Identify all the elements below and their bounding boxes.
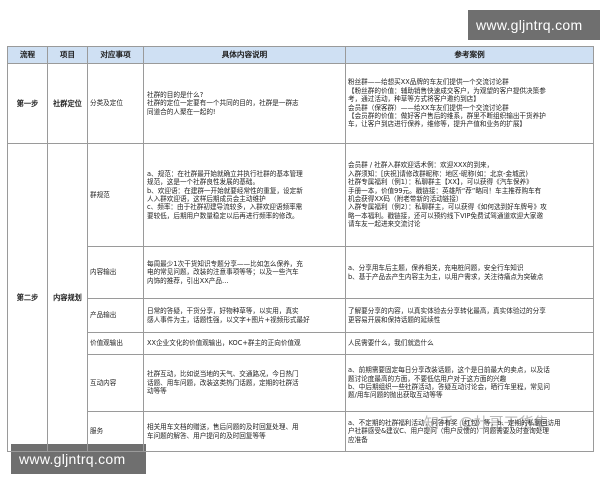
cell-text-line: 话题、用车问题，改装这类热门话题，定期的社群活 (147, 378, 299, 387)
cell-text-line: 同道合的人聚在一起的! (147, 107, 216, 116)
cell-text-line: 【粉丝群的价值：辅助销售快速成交客户，为观望的客户提供决策参 (348, 86, 546, 95)
case-cell: a、分享用车后主题，保养相关，充电桩问题，安全行车知识 b、基于产品去产生内容主为… (345, 246, 594, 299)
desc-cell: 社群互动，比如说当地的天气、交通路况，今日热门 话题、用车问题，改装这类热门话题，… (143, 354, 346, 412)
cell-text-line: 更容易开展和保持话题的延续性 (348, 315, 441, 324)
cell-text-line: a、分享用车后主题，保养相关，充电桩问题，安全行车知识 (348, 264, 524, 273)
matter-cell: 服务 (87, 411, 144, 452)
cell-text-line: b、欢迎语：在建群一开始就要经常性的重复，设定新 (147, 186, 303, 195)
cell-text-line: 户社群感受&建议C、用户提问（用户反馈的）问题需要及时查询处理 (348, 427, 549, 436)
cell-text-line: 规范，这是一个社群良性发展的基础。 (147, 178, 260, 187)
table-row: 产品输出 日常的答疑，干货分享，好物种草等，以实用，真实 感人事件为主，话题性强，… (8, 298, 594, 333)
table-row: 价值观输出 XX企业文化的价值观输出，KOC+群主的正向价值观 人民需要什么，我… (8, 332, 594, 355)
cell-text-line: 车问题的解答、用户提问的及时回复等等 (147, 431, 266, 440)
header-matter: 对应事项 (87, 46, 144, 64)
table-header-row: 流程 项目 对应事项 具体内容说明 参考案例 (7, 46, 594, 64)
matter-cell: 产品输出 (87, 298, 144, 333)
cell-text-line: 了解要分享的内容，以真实体验去分享转化最高，真实体验过的分享 (348, 307, 546, 316)
cell-text-line: 要较低，后期用户数量稳定以后再进行频率的修改。 (147, 211, 299, 220)
cell-text-line: 粉丝群——给想买XX品牌的车友们提供一个交流讨论群 (348, 78, 509, 87)
cell-text-line: 会员群 / 社群入群欢迎话术例：欢迎XXX的到来， (348, 161, 494, 170)
desc-cell: a、规范：在社群最开始就确立并执行社群的基本管理 规范，这是一个社群良性发展的基础… (143, 143, 346, 247)
cell-text-line: 社群专属福利（例1）：私聊群主【XX】，可以获得《汽车保养》 (348, 178, 533, 187)
cell-text-line: c、频率：由于社群初建导流较多，入群欢迎语频率需 (147, 203, 303, 212)
case-cell: 人民需要什么，我们就造什么 (345, 332, 594, 355)
cell-text-line: XX企业文化的价值观输出，KOC+群主的正向价值观 (147, 339, 301, 348)
cell-text-line: 人民需要什么，我们就造什么 (348, 339, 434, 348)
matter-cell: 分类及定位 (87, 63, 144, 144)
desc-cell: 每周最少1次干货知识专题分享——比如怎么保养，充 电的常见问题，改装的注意事项等等… (143, 246, 346, 299)
cell-text-line: a、规范：在社群最开始就确立并执行社群的基本管理 (147, 169, 303, 178)
case-cell: 粉丝群——给想买XX品牌的车友们提供一个交流讨论群 【粉丝群的价值：辅助销售快速成… (345, 63, 594, 144)
community-plan-table: 流程 项目 对应事项 具体内容说明 参考案例 第一步 社群定位 分类及定位 社群… (7, 46, 594, 452)
cell-text-line: 相关用车文档的赠送，售后问题的及时回复处理、用 (147, 423, 299, 432)
desc-cell: 日常的答疑，干货分享，好物种草等，以实用，真实 感人事件为主，话题性强，以文字+图… (143, 298, 346, 333)
cell-text-line: 入群须知：[庆祝]请修改群昵称：地区-昵称(如：北京-金城武) (348, 169, 528, 178)
cell-text-line: 日常的答疑，干货分享，好物种草等，以实用，真实 (147, 307, 299, 316)
watermark-top: www.gljntrq.com (468, 10, 600, 40)
matter-cell: 群规范 (87, 143, 144, 247)
header-stage: 流程 (7, 46, 48, 64)
table-row: 内容输出 每周最少1次干货知识专题分享——比如怎么保养，充 电的常见问题，改装的注… (8, 246, 594, 299)
matter-cell: 价值观输出 (87, 332, 144, 355)
table-row: 互动内容 社群互动，比如说当地的天气、交通路况，今日热门 话题、用车问题，改装这类… (8, 354, 594, 412)
cell-text-line: 动等等 (147, 387, 167, 396)
cell-text-line: b、基于产品去产生内容主为主，以用户需求，关注待痛点为突破点 (348, 272, 544, 281)
cell-text-line: 题讨论度最高的方面，不要低估用户对于这方面的兴趣 (348, 374, 507, 383)
header-desc: 具体内容说明 (143, 46, 346, 64)
cell-text-line: 电的常见问题，改装的注意事项等等；以及一些汽车 (147, 268, 299, 277)
cell-text-line: 社群互动，比如说当地的天气、交通路况，今日热门 (147, 370, 299, 379)
cell-text-line: 入群专属福利（例2）：私聊群主，可以获得《如何选到好车牌号》攻 (348, 203, 547, 212)
case-cell: a、前期需要固定每日分享改装话题，这个是日前最大的卖点，以及话 题讨论度最高的方面… (345, 354, 594, 412)
cell-text-line: 应准备 (348, 435, 368, 444)
desc-cell: 社群的目的是什么? 社群的定位一定要有一个共同的目的，社群是一群志 同道合的人聚在一… (143, 63, 346, 144)
header-item: 项目 (47, 46, 88, 64)
cell-text-line: 请车友一起进来交流讨论 (348, 220, 421, 229)
cell-text-line: 题/用车问题的抛出获取互动等等 (348, 391, 443, 400)
table-row: 服务 相关用车文档的赠送，售后问题的及时回复处理、用 车问题的解答、用户提问的及时… (8, 411, 594, 452)
cell-text-line: 车，让客户到店进行保养，维修等，提升产值和业务的扩展】 (348, 120, 527, 129)
case-cell: 会员群 / 社群入群欢迎话术例：欢迎XXX的到来， 入群须知：[庆祝]请修改群昵称… (345, 143, 594, 247)
table-row: 第一步 社群定位 分类及定位 社群的目的是什么? 社群的定位一定要有一个共同的目的… (7, 63, 594, 144)
cell-text-line: 感人事件为主，话题性强，以文字+图片+视频形式最好 (147, 315, 310, 324)
cell-text-line: 手册一本，价值99元。戳链接：英雄所“荐”略同！车主推荐购车有 (348, 186, 542, 195)
stage-cell: 第二步 (7, 143, 48, 452)
desc-cell: 相关用车文档的赠送，售后问题的及时回复处理、用 车问题的解答、用户提问的及时回复等… (143, 411, 346, 452)
cell-text-line: 考，通过活动，种草等方式将客户邀约到店】 (348, 95, 480, 104)
item-cell: 内容规划 (47, 143, 88, 452)
cell-text-line: 内饰的推荐，引出XX产品… (147, 276, 229, 285)
table-row: 第二步 内容规划 群规范 a、规范：在社群最开始就确立并执行社群的基本管理 规范，… (7, 143, 594, 452)
matter-cell: 互动内容 (87, 354, 144, 412)
matter-cell: 内容输出 (87, 246, 144, 299)
cell-text-line: 会员群（保客群）——给XX车友们提供一个交流讨论群 (348, 103, 509, 112)
cell-text-line: 社群的定位一定要有一个共同的目的，社群是一群志 (147, 99, 299, 108)
desc-cell: XX企业文化的价值观输出，KOC+群主的正向价值观 (143, 332, 346, 355)
stage-cell: 第一步 (7, 63, 48, 144)
header-case: 参考案例 (345, 46, 594, 64)
case-cell: a、不定期的社群福利活动，问答有奖（红包）等，b、定期的私聊回访用 户社群感受&建… (345, 411, 594, 452)
cell-text-line: a、前期需要固定每日分享改装话题，这个是日前最大的卖点，以及话 (348, 366, 550, 375)
item-cell: 社群定位 (47, 63, 88, 144)
case-cell: 了解要分享的内容，以真实体验去分享转化最高，真实体验过的分享 更容易开展和保持话题… (345, 298, 594, 333)
